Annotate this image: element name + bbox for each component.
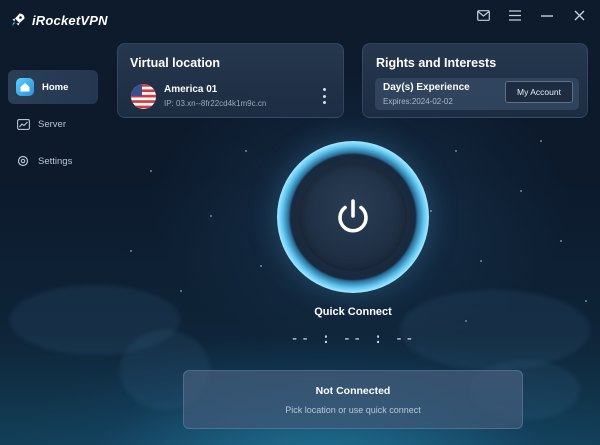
sidebar-item-server[interactable]: Server bbox=[0, 107, 105, 141]
plan-panel: Day(s) Experience Expires:2024-02-02 My … bbox=[375, 78, 579, 110]
quick-connect-label: Quick Connect bbox=[314, 306, 392, 318]
chart-icon bbox=[16, 117, 30, 131]
app-brand: iRocketVPN bbox=[10, 12, 108, 28]
sidebar-item-settings[interactable]: Settings bbox=[0, 144, 105, 178]
sidebar-item-label: Settings bbox=[38, 155, 73, 167]
virtual-location-title: Virtual location bbox=[130, 56, 221, 70]
power-icon bbox=[338, 199, 368, 233]
sidebar-item-label: Home bbox=[42, 81, 69, 93]
map-decoration bbox=[400, 290, 590, 370]
app-window: iRocketVPN Home Server Settings Virtual … bbox=[0, 0, 600, 445]
more-options-icon[interactable] bbox=[319, 88, 329, 104]
connection-timer: -- : -- : -- bbox=[290, 331, 416, 347]
connect-button[interactable] bbox=[299, 163, 407, 271]
server-ip: IP: 03.xn--8fr22cd4k1m9c.cn bbox=[164, 99, 267, 108]
plan-name: Day(s) Experience bbox=[383, 82, 470, 93]
sidebar-item-label: Server bbox=[38, 118, 66, 130]
close-icon[interactable] bbox=[572, 8, 586, 22]
rights-title: Rights and Interests bbox=[376, 56, 497, 70]
status-subtitle: Pick location or use quick connect bbox=[285, 405, 421, 415]
window-controls bbox=[476, 8, 586, 22]
rights-card: Rights and Interests Day(s) Experience E… bbox=[362, 43, 588, 118]
home-icon bbox=[16, 78, 34, 96]
menu-icon[interactable] bbox=[508, 8, 522, 22]
status-title: Not Connected bbox=[315, 385, 391, 397]
connection-status-panel: Not Connected Pick location or use quick… bbox=[183, 370, 523, 429]
sidebar-item-home[interactable]: Home bbox=[8, 70, 98, 104]
minimize-icon[interactable] bbox=[540, 8, 554, 22]
app-name: iRocketVPN bbox=[32, 12, 108, 28]
my-account-button[interactable]: My Account bbox=[505, 81, 573, 103]
server-name: America 01 bbox=[164, 84, 218, 95]
sidebar: Home Server Settings bbox=[0, 70, 105, 181]
rocket-logo-icon bbox=[12, 13, 25, 26]
mail-icon[interactable] bbox=[476, 8, 490, 22]
virtual-location-card[interactable]: Virtual location America 01 IP: 03.xn--8… bbox=[117, 43, 344, 118]
gear-icon bbox=[16, 154, 30, 168]
plan-expiry: Expires:2024-02-02 bbox=[383, 97, 453, 106]
us-flag-icon bbox=[131, 84, 156, 109]
